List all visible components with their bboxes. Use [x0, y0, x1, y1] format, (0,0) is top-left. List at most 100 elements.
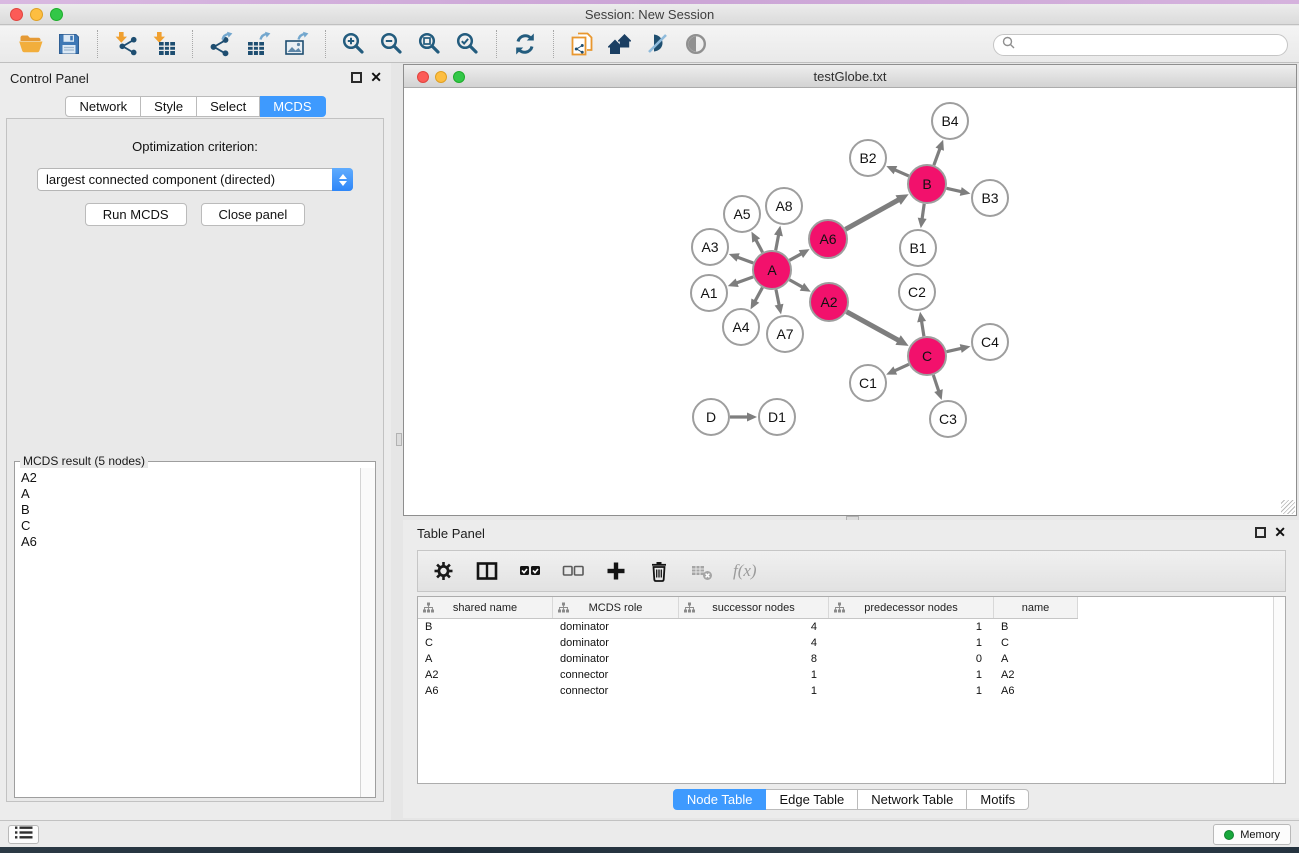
toggle-graphics-icon[interactable]	[642, 29, 674, 59]
mcds-result-item[interactable]: A6	[16, 534, 359, 550]
cell-successor_nodes[interactable]: 4	[679, 635, 829, 651]
tab-motifs[interactable]: Motifs	[967, 789, 1029, 810]
graph-node-C[interactable]: C	[908, 337, 946, 375]
graph-node-A7[interactable]: A7	[767, 316, 803, 352]
zoom-selected-icon[interactable]	[452, 29, 484, 59]
mcds-result-item[interactable]: C	[16, 518, 359, 534]
mcds-result-item[interactable]: A	[16, 486, 359, 502]
table-scrollbar[interactable]	[1273, 597, 1285, 783]
import-network-icon[interactable]	[110, 29, 142, 59]
cell-mcds_role[interactable]: dominator	[553, 651, 679, 667]
graph-node-A6[interactable]: A6	[809, 220, 847, 258]
save-session-icon[interactable]	[53, 29, 85, 59]
import-table-icon[interactable]	[148, 29, 180, 59]
cell-shared_name[interactable]: C	[418, 635, 553, 651]
column-header-predecessor_nodes[interactable]: predecessor nodes	[829, 597, 994, 618]
cell-successor_nodes[interactable]: 1	[679, 667, 829, 683]
tab-node-table[interactable]: Node Table	[673, 789, 767, 810]
minimize-window-traffic-light[interactable]	[30, 8, 43, 21]
export-table-icon[interactable]	[243, 29, 275, 59]
graph-edge-A-A2[interactable]	[789, 280, 810, 292]
graph-node-A4[interactable]: A4	[723, 309, 759, 345]
clone-network-icon[interactable]	[566, 29, 598, 59]
cell-mcds_role[interactable]: connector	[553, 683, 679, 699]
table-row[interactable]: Cdominator41C	[418, 635, 1285, 651]
graph-node-A1[interactable]: A1	[691, 275, 727, 311]
table-row[interactable]: A2connector11A2	[418, 667, 1285, 683]
home-icon[interactable]	[604, 29, 636, 59]
search-input[interactable]	[1020, 36, 1287, 54]
network-canvas[interactable]: AA1A2A3A4A5A6A7A8BB1B2B3B4CC1C2C3C4DD1	[404, 89, 1296, 515]
graph-node-D[interactable]: D	[693, 399, 729, 435]
graph-edge-B-B4[interactable]	[934, 140, 944, 165]
split-divider-grip-left[interactable]	[396, 433, 402, 446]
column-header-successor_nodes[interactable]: successor nodes	[679, 597, 829, 618]
cell-successor_nodes[interactable]: 4	[679, 619, 829, 635]
graph-edge-A-A8[interactable]	[774, 226, 783, 251]
graph-edge-A6-B[interactable]	[845, 194, 908, 229]
refresh-icon[interactable]	[509, 29, 541, 59]
network-close-traffic-light[interactable]	[417, 71, 429, 83]
network-minimize-traffic-light[interactable]	[435, 71, 447, 83]
graph-node-B1[interactable]: B1	[900, 230, 936, 266]
graph-node-D1[interactable]: D1	[759, 399, 795, 435]
mcds-result-item[interactable]: A2	[16, 470, 359, 486]
cell-predecessor_nodes[interactable]: 1	[829, 635, 994, 651]
cell-name[interactable]: A2	[994, 667, 1078, 683]
column-header-name[interactable]: name	[994, 597, 1078, 618]
close-window-traffic-light[interactable]	[10, 8, 23, 21]
cell-shared_name[interactable]: B	[418, 619, 553, 635]
cell-successor_nodes[interactable]: 8	[679, 651, 829, 667]
cell-predecessor_nodes[interactable]: 1	[829, 619, 994, 635]
cell-mcds_role[interactable]: dominator	[553, 635, 679, 651]
graph-node-A2[interactable]: A2	[810, 283, 848, 321]
graph-node-A[interactable]: A	[753, 251, 791, 289]
graph-edge-C-C3[interactable]	[933, 375, 942, 400]
zoom-out-icon[interactable]	[376, 29, 408, 59]
graph-edge-A-A7[interactable]	[775, 290, 784, 315]
graph-edge-B-B2[interactable]	[886, 166, 908, 176]
column-header-shared_name[interactable]: shared name	[418, 597, 553, 618]
cell-predecessor_nodes[interactable]: 0	[829, 651, 994, 667]
mcds-result-scrollbar[interactable]	[360, 468, 375, 797]
graph-edge-A2-C[interactable]	[847, 312, 909, 346]
graph-node-A8[interactable]: A8	[766, 188, 802, 224]
close-panel-icon[interactable]: ✕	[370, 71, 382, 83]
run-mcds-button[interactable]: Run MCDS	[85, 203, 187, 226]
window-resize-grip[interactable]	[1281, 500, 1295, 514]
zoom-fit-icon[interactable]	[414, 29, 446, 59]
table-row[interactable]: A6connector11A6	[418, 683, 1285, 699]
tab-network-table[interactable]: Network Table	[858, 789, 967, 810]
graph-edge-B-B1[interactable]	[918, 204, 927, 228]
open-file-icon[interactable]	[15, 29, 47, 59]
float-panel-icon[interactable]	[351, 72, 362, 83]
memory-button[interactable]: Memory	[1213, 824, 1291, 845]
tab-select[interactable]: Select	[197, 96, 260, 117]
table-float-panel-icon[interactable]	[1255, 527, 1266, 538]
network-window-titlebar[interactable]: testGlobe.txt	[404, 65, 1296, 88]
graph-node-B[interactable]: B	[908, 165, 946, 203]
graph-node-C4[interactable]: C4	[972, 324, 1008, 360]
graph-node-B3[interactable]: B3	[972, 180, 1008, 216]
cell-mcds_role[interactable]: dominator	[553, 619, 679, 635]
toggle-details-icon[interactable]	[680, 29, 712, 59]
graph-edge-C-C2[interactable]	[917, 312, 926, 336]
graph-edge-A-A1[interactable]	[728, 277, 753, 287]
export-network-icon[interactable]	[205, 29, 237, 59]
cell-name[interactable]: C	[994, 635, 1078, 651]
cell-name[interactable]: B	[994, 619, 1078, 635]
main-titlebar[interactable]: Session: New Session	[0, 4, 1299, 25]
table-row[interactable]: Adominator80A	[418, 651, 1285, 667]
cell-successor_nodes[interactable]: 1	[679, 683, 829, 699]
table-close-panel-icon[interactable]: ✕	[1274, 526, 1286, 538]
column-header-mcds_role[interactable]: MCDS role	[553, 597, 679, 618]
graph-edge-D-D1[interactable]	[730, 413, 757, 422]
export-image-icon[interactable]	[281, 29, 313, 59]
add-row-icon[interactable]	[604, 559, 628, 583]
graph-node-B4[interactable]: B4	[932, 103, 968, 139]
cell-shared_name[interactable]: A6	[418, 683, 553, 699]
deselect-all-icon[interactable]	[561, 559, 585, 583]
graph-node-C1[interactable]: C1	[850, 365, 886, 401]
graph-edge-A-A4[interactable]	[751, 288, 763, 310]
graph-edge-C-C4[interactable]	[947, 344, 971, 353]
